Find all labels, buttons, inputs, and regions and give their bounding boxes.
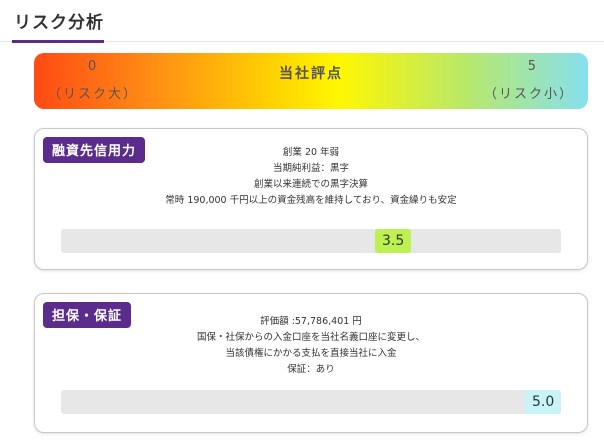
card-line: 常時 190,000 千円以上の資金残高を維持しており、資金繰りも安定 (165, 195, 457, 206)
score-track: 3.5 (61, 229, 561, 253)
card-description: 創業 20 年弱 当期純利益：黒字 創業以来連続での黒字決算 常時 190,00… (35, 145, 587, 209)
card-description: 評価額 :57,786,401 円 国保・社保からの入金口座を当社名義口座に変更… (35, 314, 587, 378)
score-track: 5.0 (61, 390, 562, 414)
score-value: 5.0 (525, 390, 562, 414)
rating-scale-bar: 0 （リスク大） 当社評点 5 （リスク小） (34, 53, 588, 109)
card-line: 保証：あり (287, 364, 335, 375)
card-line: 当期純利益：黒字 (272, 163, 349, 174)
card-line: 国保・社保からの入金口座を当社名義口座に変更し、 (196, 332, 425, 343)
section-title: リスク分析 (14, 13, 104, 33)
card-line: 当該債権にかかる支払を直接当社に入金 (225, 348, 397, 359)
section-header: リスク分析 (0, 0, 604, 43)
scale-title: 当社評点 (279, 66, 343, 82)
card-line: 創業以来連続での黒字決算 (253, 179, 368, 190)
score-value: 3.5 (375, 229, 412, 253)
risk-card-credit: 融資先信用力 創業 20 年弱 当期純利益：黒字 創業以来連続での黒字決算 常時… (34, 128, 588, 270)
scale-high-value: 5 (527, 59, 536, 74)
scale-high-label: （リスク小） (483, 87, 574, 102)
risk-card-collateral: 担保・保証 評価額 :57,786,401 円 国保・社保からの入金口座を当社名… (34, 293, 588, 433)
scale-low-label: （リスク大） (48, 87, 139, 102)
card-line: 評価額 :57,786,401 円 (260, 316, 362, 327)
section-title-underline (12, 40, 104, 43)
card-line: 創業 20 年弱 (282, 147, 340, 158)
